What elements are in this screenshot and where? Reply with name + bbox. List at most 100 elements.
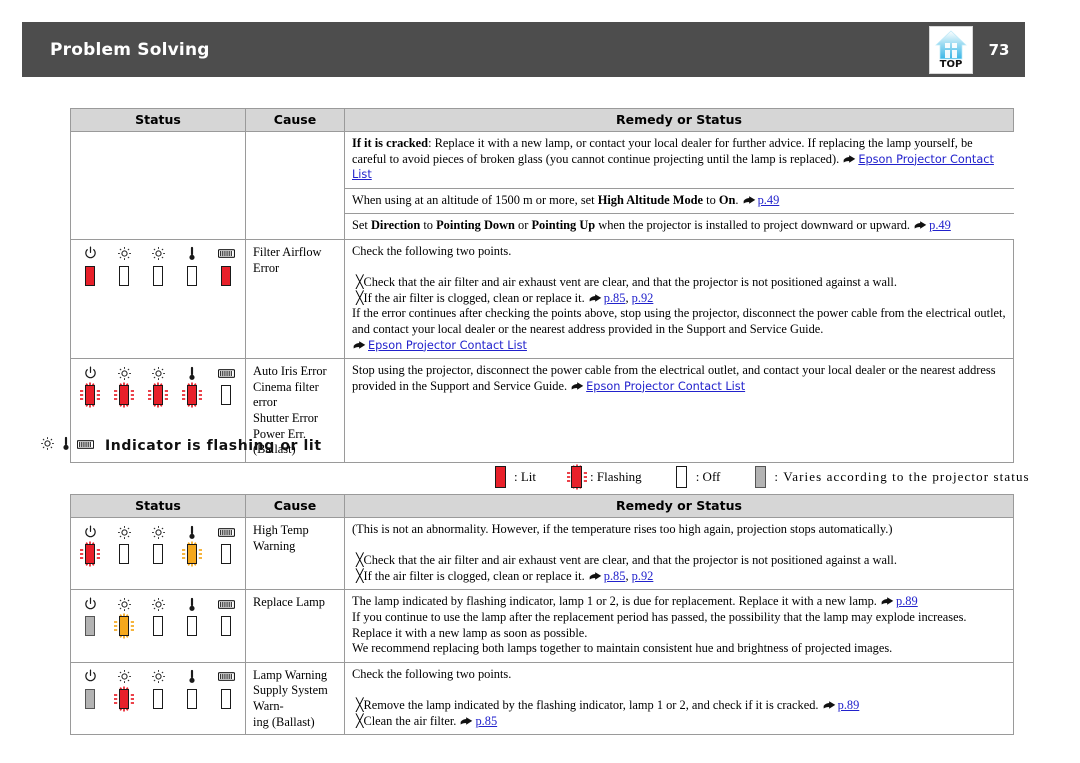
indicator-group — [75, 365, 241, 409]
lamp2-icon — [151, 596, 166, 612]
body-text: When using at an altitude of 1500 m or m… — [352, 192, 598, 207]
legend-swatch-varies — [748, 464, 772, 490]
temp-state-off — [179, 612, 205, 640]
cause-cell — [245, 131, 345, 240]
body-text: If you continue to use the lamp after th… — [352, 609, 967, 640]
bullet-line: ╳Clean the air filter. p.85 — [356, 713, 498, 728]
cause-line: Lamp Warning — [253, 667, 328, 682]
cause-line: Auto Iris Error — [253, 364, 327, 379]
lamp2-state-flash — [145, 381, 171, 409]
lamp2-state-off — [145, 685, 171, 713]
cause-cell: High Temp Warning — [245, 516, 345, 591]
cross-reference-link[interactable]: Epson Projector Contact List — [586, 380, 745, 393]
temp-icon — [188, 669, 196, 685]
body-text: We recommend replacing both lamps togeth… — [352, 641, 893, 656]
indicator-temp — [182, 524, 202, 568]
page-reference-link[interactable]: p.92 — [632, 569, 654, 583]
lamp1-state-off — [111, 262, 137, 290]
bullet-line: ╳Check that the air filter and air exhau… — [356, 275, 897, 290]
filter-icon — [217, 596, 235, 612]
cause-cell: Replace Lamp — [245, 589, 345, 663]
page-reference-link[interactable]: p.89 — [838, 698, 860, 712]
indicator-box — [119, 688, 129, 709]
status-cell — [70, 661, 246, 736]
table-header-row: Status Cause Remedy or Status — [70, 108, 1014, 132]
indicator-temp — [184, 246, 201, 290]
column-header-cause: Cause — [245, 108, 345, 132]
indicator-filter — [217, 596, 235, 640]
indicator-group — [75, 669, 241, 713]
table-row: Lamp Warning Supply System Warn-ing (Ball… — [70, 661, 1014, 736]
top-button[interactable]: TOP — [929, 25, 973, 74]
remedy-text: Stop using the projector, disconnect the… — [352, 363, 996, 393]
indicator-lamp1 — [114, 365, 134, 409]
lamp1-state-off — [111, 540, 137, 568]
legend-item-flash: : Flashing — [564, 464, 642, 490]
page-reference-link[interactable]: p.89 — [896, 594, 918, 608]
table-row: If it is cracked: Replace it with a new … — [70, 131, 1014, 240]
indicator-box — [221, 265, 231, 286]
indicator-group — [75, 596, 241, 640]
temp-state-off — [179, 685, 205, 713]
cause-line: Shutter Error — [253, 410, 319, 425]
indicator-box — [187, 544, 197, 564]
body-text: Set — [352, 218, 371, 233]
remedy-text: Set Direction to Pointing Down or Pointi… — [345, 214, 1014, 239]
filter-icon — [217, 246, 235, 262]
body-text: Check the following two points. — [352, 666, 512, 681]
table-row: Replace Lamp The lamp indicated by flashi… — [70, 589, 1014, 663]
indicator-legend: : Lit : Flashing: Off: Varies according … — [488, 464, 1030, 490]
top-button-label: TOP — [939, 58, 963, 70]
temp-icon — [188, 596, 196, 612]
indicator-lamp2 — [150, 596, 167, 640]
indicator-lamp2 — [150, 669, 167, 713]
body-text: (This is not an abnormality. However, if… — [352, 522, 893, 536]
power-state-flash — [77, 381, 103, 409]
status-cell — [70, 589, 246, 663]
remedy-cell: The lamp indicated by flashing indicator… — [344, 589, 1014, 663]
filter-icon — [217, 524, 235, 540]
page-reference-link[interactable]: p.92 — [632, 291, 654, 305]
page-reference-link[interactable]: p.85 — [475, 714, 497, 728]
column-header-cause: Cause — [245, 494, 345, 518]
indicator-temp — [182, 365, 202, 409]
bullet-line: ╳If the air filter is clogged, clean or … — [356, 568, 654, 583]
column-header-status: Status — [70, 494, 246, 518]
cross-reference-link[interactable]: Epson Projector Contact List — [368, 339, 527, 352]
table-row: High Temp Warning (This is not an abnorma… — [70, 516, 1014, 591]
body-text: Check the following two points. — [352, 243, 512, 258]
page-number: 73 — [988, 40, 1010, 59]
indicator-power — [80, 365, 100, 409]
indicator-filter — [217, 669, 235, 713]
power-icon — [83, 524, 98, 540]
legend-swatch-lit — [488, 464, 512, 490]
page-reference-link[interactable]: p.49 — [929, 218, 951, 232]
emphasis-text: If it is cracked — [352, 136, 429, 150]
power-state-flash — [77, 540, 103, 568]
body-text: to — [703, 192, 719, 207]
status-table-warnings: Status Cause Remedy or Status High Temp … — [70, 494, 1014, 736]
legend-item-lit: : Lit — [488, 464, 536, 490]
indicator-lamp1 — [114, 669, 134, 713]
bullet-line: ╳Remove the lamp indicated by the flashi… — [356, 697, 860, 712]
page-reference-link[interactable]: p.85 — [604, 569, 626, 583]
emphasis-text: Direction — [370, 218, 421, 233]
legend-state-off — [670, 463, 694, 491]
indicator-lamp1 — [116, 246, 133, 290]
indicator-power — [82, 596, 99, 640]
temp-icon — [188, 524, 196, 540]
indicator-box — [153, 688, 163, 709]
temp-icon — [62, 436, 70, 456]
power-icon — [83, 365, 98, 381]
indicator-filter — [217, 524, 235, 568]
status-table-errors: Status Cause Remedy or Status If it is c… — [70, 108, 1014, 463]
page-reference-link[interactable]: p.49 — [758, 193, 780, 207]
legend-label: : Off — [695, 469, 721, 484]
indicator-box — [570, 466, 582, 488]
section-heading-text: Indicator is flashing or lit — [105, 438, 322, 454]
legend-swatch-off — [670, 464, 694, 490]
lamp2-icon — [151, 669, 166, 685]
remedy-cell: (This is not an abnormality. However, if… — [344, 516, 1014, 591]
indicator-power — [82, 669, 99, 713]
page-reference-link[interactable]: p.85 — [604, 291, 626, 305]
